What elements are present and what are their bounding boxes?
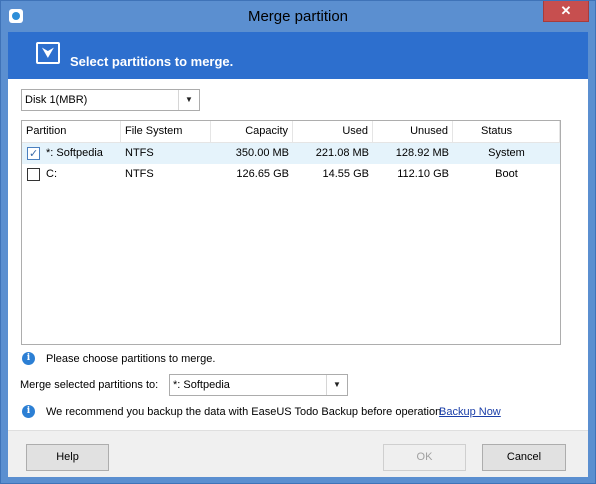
col-used[interactable]: Used (293, 121, 373, 143)
banner-heading: Select partitions to merge. (70, 54, 234, 69)
chevron-down-icon[interactable]: ▼ (178, 90, 199, 110)
title-bar[interactable]: Merge partition ✕ (1, 1, 595, 32)
row-checkbox[interactable] (27, 168, 40, 181)
disk-select-value: Disk 1(MBR) (25, 94, 88, 106)
cell-capacity: 126.65 GB (236, 168, 289, 180)
table-row[interactable]: *: Softpedia NTFS 350.00 MB 221.08 MB 12… (22, 143, 560, 165)
cell-used: 221.08 MB (315, 147, 369, 159)
button-bar: Help OK Cancel (8, 430, 588, 477)
merge-target-select[interactable]: *: Softpedia ▼ (169, 374, 348, 396)
cell-unused: 128.92 MB (395, 147, 449, 159)
cell-partition: *: Softpedia (46, 147, 103, 159)
window-title: Merge partition (247, 8, 349, 25)
merge-arrow-icon: ⮟ (36, 42, 60, 64)
dialog-client: ⮟ Select partitions to merge. Disk 1(MBR… (8, 32, 588, 477)
cell-file-system: NTFS (125, 168, 154, 180)
recommend-text: We recommend you backup the data with Ea… (46, 406, 445, 418)
disk-select[interactable]: Disk 1(MBR) ▼ (21, 89, 200, 111)
merge-target-value: *: Softpedia (173, 379, 230, 391)
cancel-button[interactable]: Cancel (482, 444, 566, 471)
info-icon: i (22, 405, 35, 418)
cell-status: Boot (495, 168, 518, 180)
table-row[interactable]: C: NTFS 126.65 GB 14.55 GB 112.10 GB Boo… (22, 164, 560, 185)
col-partition[interactable]: Partition (22, 121, 121, 143)
backup-now-link[interactable]: Backup Now (439, 406, 501, 418)
row-checkbox[interactable] (27, 144, 40, 165)
hint-text: Please choose partitions to merge. (46, 353, 216, 365)
info-icon: i (22, 352, 35, 365)
cell-used: 14.55 GB (322, 168, 369, 180)
col-file-system[interactable]: File System (121, 121, 211, 143)
merge-target-label: Merge selected partitions to: (20, 379, 159, 391)
cell-file-system: NTFS (125, 147, 154, 159)
chevron-down-icon[interactable]: ▼ (326, 375, 347, 395)
cell-status: System (488, 147, 525, 159)
close-button[interactable]: ✕ (543, 1, 589, 22)
merge-partition-window: Merge partition ✕ ⮟ Select partitions to… (0, 0, 596, 484)
col-status[interactable]: Status (453, 121, 560, 143)
cell-unused: 112.10 GB (397, 168, 449, 180)
cell-capacity: 350.00 MB (235, 147, 289, 159)
cell-partition: C: (46, 168, 57, 180)
help-button[interactable]: Help (26, 444, 109, 471)
col-unused[interactable]: Unused (373, 121, 453, 143)
ok-button[interactable]: OK (383, 444, 466, 471)
col-capacity[interactable]: Capacity (211, 121, 293, 143)
header-banner: ⮟ Select partitions to merge. (8, 32, 588, 79)
partition-list[interactable]: Partition File System Capacity Used Unus… (21, 120, 561, 345)
list-header: Partition File System Capacity Used Unus… (22, 121, 560, 143)
